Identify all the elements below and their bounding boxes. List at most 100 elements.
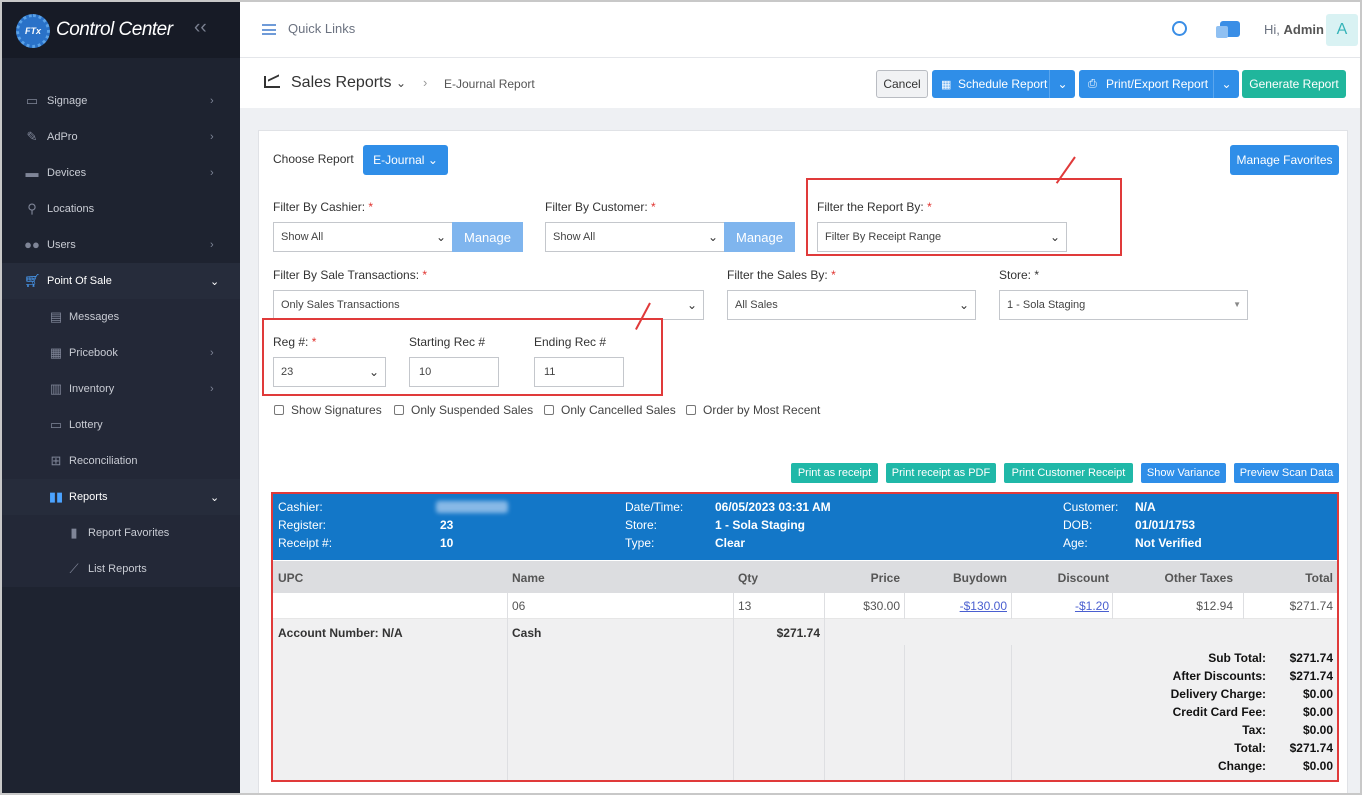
chevron-down-icon[interactable]: ⌄ [396, 76, 406, 90]
schedule-report-button[interactable]: ▦ Schedule Report ⌄ [932, 70, 1075, 98]
column-name: Name [512, 571, 545, 585]
checkbox-box[interactable] [544, 405, 554, 415]
sidebar-item-label: AdPro [47, 131, 78, 143]
sale-transactions-select[interactable]: Only Sales Transactions ⌄ [273, 290, 704, 320]
ending-rec-input[interactable]: 11 [534, 357, 624, 387]
sidebar-item-devices[interactable]: ▬ Devices › [2, 155, 240, 191]
sidebar-item-label: Reconciliation [69, 455, 138, 467]
bar-chart-icon: ▮▮ [48, 489, 64, 504]
total-value: $0.00 [1302, 705, 1333, 719]
checkbox-box[interactable] [394, 405, 404, 415]
avatar[interactable]: A [1326, 14, 1358, 46]
column-divider [733, 593, 734, 780]
sidebar-item-label: Point Of Sale [47, 275, 112, 287]
sidebar-item-locations[interactable]: ⚲ Locations [2, 191, 240, 227]
ending-rec-label: Ending Rec # [534, 335, 607, 349]
ticket-icon: ▭ [49, 417, 63, 432]
sidebar-item-point-of-sale[interactable]: 🛒︎ Point Of Sale ⌄ [2, 263, 240, 299]
payment-row: Account Number: N/A Cash $271.74 [273, 619, 1337, 645]
payment-amount: $271.74 [776, 626, 820, 640]
age-key: Age: [1063, 536, 1088, 550]
report-by-select[interactable]: Filter By Receipt Range ⌄ [817, 222, 1067, 252]
sidebar-item-reports[interactable]: ▮▮ Reports ⌄ [2, 479, 240, 515]
manage-favorites-button[interactable]: Manage Favorites [1230, 145, 1339, 175]
sidebar-item-inventory[interactable]: ▥ Inventory › [2, 371, 240, 407]
total-value: $0.00 [1302, 687, 1333, 701]
sidebar-item-lottery[interactable]: ▭ Lottery [2, 407, 240, 443]
chevron-right-icon: › [210, 95, 214, 107]
preview-scan-data-button[interactable]: Preview Scan Data [1234, 463, 1339, 483]
buydown-link[interactable]: -$130.00 [960, 599, 1007, 613]
customer-filter-label: Filter By Customer: * [545, 200, 656, 214]
order-recent-checkbox[interactable]: Order by Most Recent [686, 403, 820, 417]
register-select[interactable]: 23 ⌄ [273, 357, 386, 387]
checkbox-box[interactable] [686, 405, 696, 415]
checkbox-box[interactable] [274, 405, 284, 415]
sidebar-item-adpro[interactable]: ✎ AdPro › [2, 119, 240, 155]
sidebar-item-label: Signage [47, 95, 88, 107]
cashier-select[interactable]: Show All ⌄ [273, 222, 453, 252]
quick-links[interactable]: Quick Links [288, 21, 355, 36]
table-row: 06 13 $30.00 -$130.00 -$1.20 $12.94 $271… [273, 593, 1337, 619]
cell-total: $271.74 [1289, 599, 1333, 613]
sidebar-item-list-reports[interactable]: ⟋ List Reports [2, 551, 240, 587]
sidebar-item-report-favorites[interactable]: ▮ Report Favorites [2, 515, 240, 551]
app-logo[interactable]: FTx [16, 14, 50, 48]
column-qty: Qty [738, 571, 759, 585]
show-signatures-checkbox[interactable]: Show Signatures [274, 403, 382, 417]
show-variance-button[interactable]: Show Variance [1141, 463, 1226, 483]
only-cancelled-checkbox[interactable]: Only Cancelled Sales [544, 403, 676, 417]
discount-link[interactable]: -$1.20 [1075, 599, 1109, 613]
cancel-button[interactable]: Cancel [876, 70, 928, 98]
column-total: Total [1305, 571, 1333, 585]
sidebar-item-users[interactable]: ●● Users › [2, 227, 240, 263]
customer-select[interactable]: Show All ⌄ [545, 222, 725, 252]
store-select[interactable]: 1 - Sola Staging ▼ [999, 290, 1248, 320]
choose-report-dropdown[interactable]: E-Journal ⌄ [363, 145, 448, 175]
collapse-sidebar-icon[interactable]: ‹‹ [194, 17, 207, 39]
search-icon[interactable] [1172, 21, 1187, 36]
register-label: Reg #: * [273, 335, 317, 349]
chevron-down-icon[interactable]: ⌄ [1049, 70, 1075, 98]
generate-report-button[interactable]: Generate Report [1242, 70, 1346, 98]
caret-down-icon: ▼ [1233, 300, 1241, 309]
chat-icon[interactable] [1216, 21, 1240, 38]
account-number: Account Number: N/A [278, 626, 403, 640]
chevron-right-icon: › [210, 383, 214, 395]
chevron-down-icon[interactable]: ⌄ [1213, 70, 1239, 98]
sidebar-item-signage[interactable]: ▭ Signage › [2, 83, 240, 119]
menu-icon[interactable] [262, 24, 276, 35]
column-upc: UPC [278, 571, 304, 585]
register-key: Register: [278, 518, 327, 532]
totals-section: Sub Total: $271.74 After Discounts: $271… [273, 645, 1337, 780]
chevron-down-icon: ⌄ [210, 275, 220, 288]
manage-customer-button[interactable]: Manage [724, 222, 795, 252]
store-label: Store: * [999, 268, 1040, 282]
sales-by-select-value: All Sales [735, 299, 778, 311]
total-value: $271.74 [1289, 669, 1333, 683]
register-label-text: Reg #: [273, 335, 309, 349]
only-suspended-checkbox[interactable]: Only Suspended Sales [394, 403, 533, 417]
checkbox-label: Only Suspended Sales [411, 403, 534, 417]
print-customer-receipt-button[interactable]: Print Customer Receipt [1004, 463, 1133, 483]
sales-by-label: Filter the Sales By: * [727, 268, 836, 282]
page-title[interactable]: Sales Reports [291, 74, 392, 92]
print-as-receipt-button[interactable]: Print as receipt [791, 463, 878, 483]
cart-icon: 🛒︎ [24, 273, 41, 288]
total-label: Tax: [1242, 723, 1266, 737]
chevron-down-icon: ⌄ [707, 230, 718, 244]
sidebar-item-label: Devices [47, 167, 87, 179]
manage-cashier-button[interactable]: Manage [452, 222, 523, 252]
cell-qty: 13 [738, 599, 752, 613]
starting-rec-input[interactable]: 10 [409, 357, 499, 387]
print-receipt-pdf-button[interactable]: Print receipt as PDF [886, 463, 996, 483]
sidebar-item-reconciliation[interactable]: ⊞ Reconciliation [2, 443, 240, 479]
sidebar-item-pricebook[interactable]: ▦ Pricebook › [2, 335, 240, 371]
column-other-taxes: Other Taxes [1164, 571, 1233, 585]
print-export-button[interactable]: ⎙ Print/Export Report ⌄ [1079, 70, 1239, 98]
calendar-icon: ▦ [941, 78, 952, 91]
sidebar-item-messages[interactable]: ▤ Messages [2, 299, 240, 335]
payment-type: Cash [512, 626, 542, 640]
sales-by-select[interactable]: All Sales ⌄ [727, 290, 976, 320]
total-value: $271.74 [1289, 741, 1333, 755]
